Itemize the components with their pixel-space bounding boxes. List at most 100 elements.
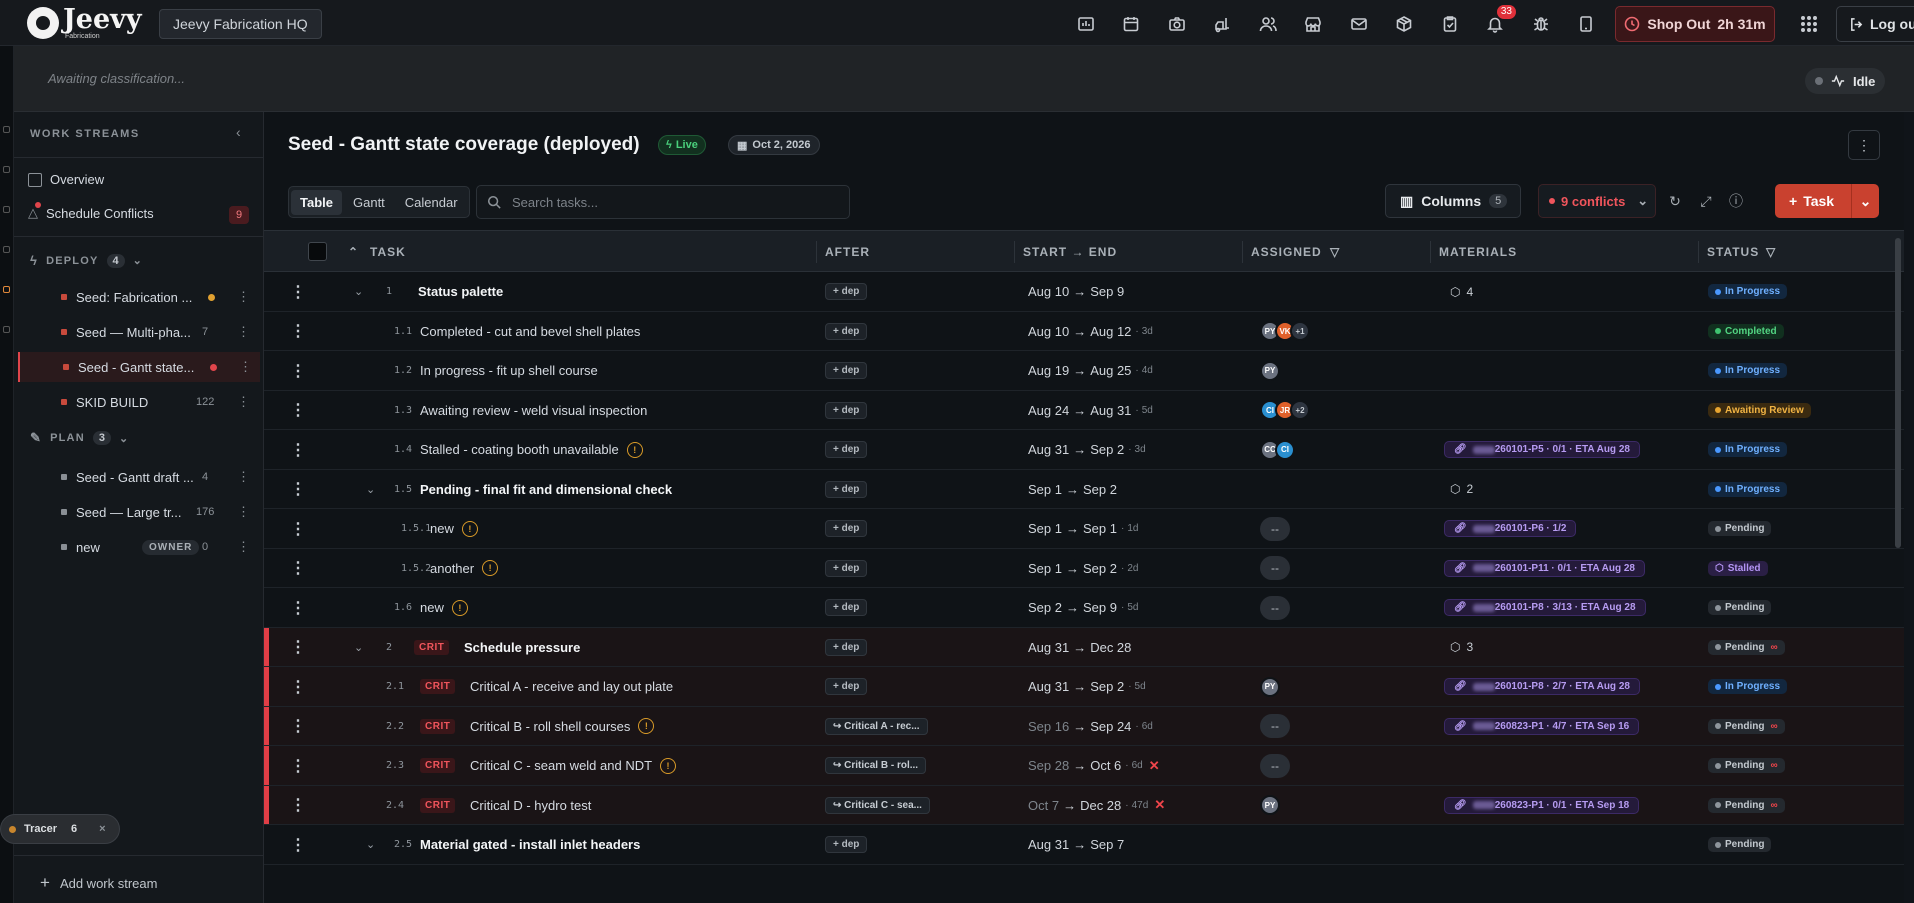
status-badge[interactable]: Pending xyxy=(1708,600,1772,615)
warning-icon[interactable]: ! xyxy=(626,441,643,458)
row-actions-icon[interactable]: ⋮ xyxy=(290,746,306,785)
status-badge[interactable]: Completed xyxy=(1708,323,1784,339)
task-name-cell[interactable]: Critical B - roll shell courses! xyxy=(470,707,655,746)
dates-cell[interactable]: Aug 10 → Aug 12 · 3d xyxy=(1028,312,1153,351)
dates-cell[interactable]: Sep 2 → Sep 9 · 5d xyxy=(1028,588,1138,627)
sidebar-stream-item[interactable]: Seed - Gantt draft ... 4 ⋮ xyxy=(18,462,260,492)
sidebar-stream-item[interactable]: new OWNER 0 ⋮ xyxy=(18,532,260,562)
expand-icon[interactable]: ⤢ xyxy=(1698,193,1714,209)
table-row[interactable]: ⋮ 2.3 CRIT Critical C - seam weld and NDT! ↪… xyxy=(264,746,1904,786)
kebab-menu-icon[interactable]: ⋮ xyxy=(237,539,250,555)
dates-cell[interactable]: Sep 28 → Oct 6 · 6d ✕ xyxy=(1028,746,1160,785)
dependency-button[interactable]: ↪ Critical B - rol... xyxy=(825,757,927,774)
assigned-cell[interactable]: PY xyxy=(1260,786,1280,825)
material-chip[interactable]: 🔗︎ 260823-P1 · 0/1 · ETA Sep 18 xyxy=(1444,796,1640,814)
info-icon[interactable]: ⓘ xyxy=(1728,193,1744,209)
status-badge[interactable]: Pending xyxy=(1708,837,1772,852)
filter-icon[interactable]: ▽ xyxy=(1766,245,1776,259)
table-row[interactable]: ⋮ ⌄ 2 CRIT Schedule pressure + dep Aug 31 → Dec … xyxy=(264,627,1904,667)
sidebar-stream-item[interactable]: Seed - Gantt state... ⋮ xyxy=(18,352,260,382)
close-icon[interactable]: × xyxy=(99,823,105,835)
table-row[interactable]: ⋮ 1.1 Completed - cut and bevel shell plat… xyxy=(264,312,1904,351)
material-chip[interactable]: 🔗︎ 260101-P8 · 2/7 · ETA Aug 28 xyxy=(1444,678,1640,695)
assigned-cell[interactable]: -- xyxy=(1260,588,1290,627)
status-badge[interactable]: In Progress xyxy=(1708,284,1788,299)
workspace-switcher[interactable]: Jeevy Fabrication HQ xyxy=(159,9,322,39)
dependency-button[interactable]: ↪ Critical A - rec... xyxy=(825,717,928,735)
row-actions-icon[interactable]: ⋮ xyxy=(290,588,306,627)
unassigned-placeholder[interactable]: -- xyxy=(1260,714,1290,738)
table-row[interactable]: ⋮ 2.4 CRIT Critical D - hydro test ↪ Critica… xyxy=(264,785,1904,825)
task-name-cell[interactable]: In progress - fit up shell course xyxy=(420,351,598,390)
dependency-button[interactable]: + dep xyxy=(825,480,868,498)
dates-cell[interactable]: Aug 10 → Sep 9 xyxy=(1028,272,1124,311)
tracer-pill[interactable]: Tracer 6 × xyxy=(0,814,120,844)
date-badge[interactable]: ▦ Oct 2, 2026 xyxy=(728,135,820,155)
task-name-cell[interactable]: Stalled - coating booth unavailable! xyxy=(420,430,643,469)
task-name-cell[interactable]: Schedule pressure xyxy=(464,628,580,667)
tablet-icon[interactable] xyxy=(1575,13,1597,35)
filter-icon[interactable]: ▽ xyxy=(1330,245,1340,259)
task-name-cell[interactable]: Status palette xyxy=(418,272,503,311)
assigned-cell[interactable]: -- xyxy=(1260,549,1290,588)
logo[interactable]: Jeevy Fabrication xyxy=(27,4,142,42)
assigned-cell[interactable]: CI JR +2 xyxy=(1260,391,1310,430)
dependency-button[interactable]: ↪ Critical C - sea... xyxy=(825,796,930,814)
table-row[interactable]: ⋮ ⌄ 1 Status palette + dep Aug 10 → Sep 9 ⬡ 4 In P… xyxy=(264,272,1904,312)
select-all-checkbox[interactable] xyxy=(308,242,327,261)
tab-calendar[interactable]: Calendar xyxy=(396,190,467,215)
task-name-cell[interactable]: Completed - cut and bevel shell plates xyxy=(420,312,640,351)
dates-cell[interactable]: Aug 31 → Sep 2 · 3d xyxy=(1028,430,1146,469)
material-chip[interactable]: 🔗︎ 260101-P5 · 0/1 · ETA Aug 28 xyxy=(1444,441,1640,458)
add-task-menu-chevron[interactable]: ⌄ xyxy=(1851,184,1879,218)
task-name-cell[interactable]: Material gated - install inlet headers xyxy=(420,825,640,864)
table-row[interactable]: ⋮ 1.5.1 new! + dep Sep 1 → Sep 1 · 1d -- 🔗︎ 260101-… xyxy=(264,509,1904,549)
bell-icon[interactable]: 33 xyxy=(1484,5,1516,35)
dates-cell[interactable]: Aug 31 → Dec 28 xyxy=(1028,628,1131,667)
row-actions-icon[interactable]: ⋮ xyxy=(290,430,306,469)
dates-cell[interactable]: Aug 19 → Aug 25 · 4d xyxy=(1028,351,1153,390)
sidebar-stream-item[interactable]: Seed — Large tr... 176 ⋮ xyxy=(18,497,260,527)
kebab-menu-icon[interactable]: ⋮ xyxy=(237,469,250,485)
dependency-button[interactable]: + dep xyxy=(825,283,868,300)
material-chip[interactable]: 🔗︎ 260823-P1 · 4/7 · ETA Sep 16 xyxy=(1444,717,1640,735)
assigned-cell[interactable]: -- xyxy=(1260,509,1290,548)
status-badge[interactable]: Pending ∞ xyxy=(1708,797,1785,813)
status-badge[interactable]: In Progress xyxy=(1708,679,1788,694)
warning-icon[interactable]: ! xyxy=(451,599,468,616)
assigned-cell[interactable]: PY xyxy=(1260,667,1280,706)
table-row[interactable]: ⋮ 1.4 Stalled - coating booth unavailable!… xyxy=(264,430,1904,470)
tab-gantt[interactable]: Gantt xyxy=(344,190,394,215)
dependency-button[interactable]: + dep xyxy=(825,520,868,537)
status-badge[interactable]: Awaiting Review xyxy=(1708,402,1811,418)
sort-asc-icon[interactable]: ⌃ xyxy=(348,245,359,259)
row-actions-icon[interactable]: ⋮ xyxy=(290,667,306,706)
expand-chevron-icon[interactable]: ⌄ xyxy=(366,470,375,509)
more-assignees-badge[interactable]: +2 xyxy=(1290,400,1310,420)
task-name-cell[interactable]: Critical A - receive and lay out plate xyxy=(470,667,673,706)
avatar[interactable]: CI xyxy=(1275,439,1295,460)
dates-cell[interactable]: Sep 16 → Sep 24 · 6d xyxy=(1028,707,1153,746)
status-badge[interactable]: ⬡ Stalled xyxy=(1708,560,1768,576)
collapse-sidebar-icon[interactable]: ‹ xyxy=(236,124,241,140)
col-assigned[interactable]: ASSIGNED xyxy=(1251,245,1322,259)
assigned-cell[interactable]: -- xyxy=(1260,707,1290,746)
dates-cell[interactable]: Sep 1 → Sep 2 · 2d xyxy=(1028,549,1138,588)
assigned-cell[interactable]: PY xyxy=(1260,351,1280,390)
dependency-button[interactable]: + dep xyxy=(825,322,868,340)
row-actions-icon[interactable]: ⋮ xyxy=(290,391,306,430)
status-badge[interactable]: In Progress xyxy=(1708,481,1788,497)
group-plan[interactable]: ✎ PLAN 3 ⌄ xyxy=(30,430,129,446)
idle-status[interactable]: Idle xyxy=(1805,68,1886,94)
dependency-button[interactable]: + dep xyxy=(825,441,868,458)
warning-icon[interactable]: ! xyxy=(660,757,677,774)
dependency-button[interactable]: + dep xyxy=(825,559,868,577)
avatar[interactable]: PY xyxy=(1260,676,1280,697)
task-name-cell[interactable]: another! xyxy=(430,549,499,588)
row-actions-icon[interactable]: ⋮ xyxy=(290,549,306,588)
col-task[interactable]: TASK xyxy=(370,245,406,259)
expand-chevron-icon[interactable]: ⌄ xyxy=(366,825,375,864)
vertical-scrollbar[interactable] xyxy=(1895,238,1901,548)
row-actions-icon[interactable]: ⋮ xyxy=(290,509,306,548)
row-actions-icon[interactable]: ⋮ xyxy=(290,312,306,351)
